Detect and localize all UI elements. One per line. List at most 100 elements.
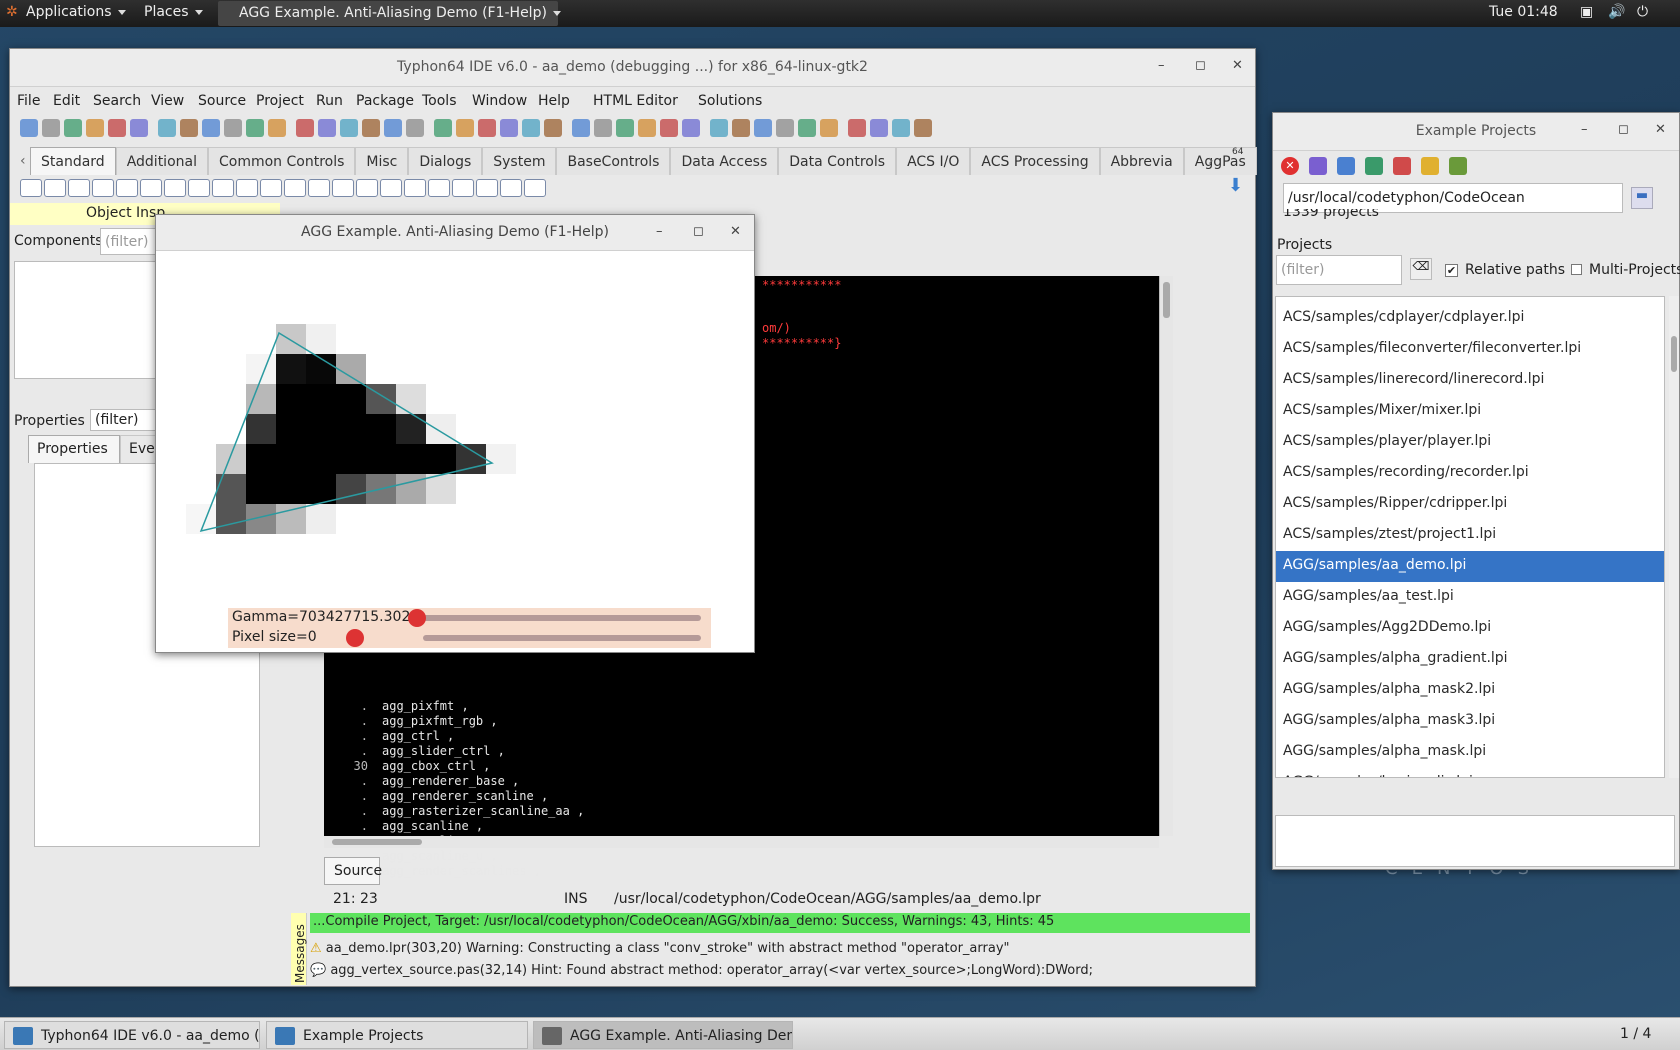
component-icon[interactable] — [188, 179, 210, 197]
toolbar-icon[interactable] — [638, 119, 656, 137]
toolbar-icon[interactable] — [870, 119, 888, 137]
toolbar-icon[interactable] — [456, 119, 474, 137]
maximize-icon[interactable]: ◻ — [693, 224, 704, 239]
projects-scrollbar[interactable] — [1669, 296, 1679, 778]
toolbar-icon[interactable] — [384, 119, 402, 137]
close-icon[interactable]: ✕ — [1232, 58, 1243, 73]
toolbar-icon[interactable] — [362, 119, 380, 137]
toolbar-icon[interactable] — [224, 119, 242, 137]
editor-hscroll[interactable] — [324, 836, 1159, 848]
places-menu[interactable]: Places — [144, 4, 203, 20]
component-icon[interactable] — [116, 179, 138, 197]
toolbar-icon[interactable] — [616, 119, 634, 137]
toolbar-icon[interactable] — [892, 119, 910, 137]
tab-data-access[interactable]: Data Access — [670, 147, 779, 175]
menu-html-editor[interactable]: HTML Editor — [593, 93, 678, 109]
browse-folder-icon[interactable]: ▬ — [1631, 187, 1653, 209]
tab-aggpas[interactable]: AggPas — [1183, 147, 1257, 175]
toolbar-icon[interactable] — [848, 119, 866, 137]
projects-list[interactable]: ACS/samples/cdplayer/cdplayer.lpi ACS/sam… — [1275, 296, 1665, 778]
component-icon[interactable] — [92, 179, 114, 197]
tab-system[interactable]: System — [482, 147, 557, 175]
close-project-icon[interactable]: ✕ — [1281, 157, 1299, 175]
clock[interactable]: Tue 01:48 — [1489, 4, 1558, 20]
messages-side-tab[interactable]: Messages — [291, 913, 307, 985]
project-item[interactable]: ACS/samples/ztest/project1.lpi — [1276, 520, 1664, 551]
tab-dialogs[interactable]: Dialogs — [408, 147, 483, 175]
toolbar-icon[interactable] — [434, 119, 452, 137]
refresh-icon[interactable] — [1309, 157, 1327, 175]
ide-titlebar[interactable]: Typhon64 IDE v6.0 - aa_demo (debugging .… — [10, 49, 1255, 87]
palette-download-icon[interactable]: ⬇ — [1228, 175, 1243, 196]
minimize-icon[interactable]: – — [656, 224, 663, 239]
relative-paths-checkbox[interactable]: ✔ — [1445, 264, 1458, 277]
aa-canvas[interactable] — [156, 251, 754, 619]
close-icon[interactable]: ✕ — [730, 224, 741, 239]
toolbar-icon[interactable] — [64, 119, 82, 137]
component-icon[interactable] — [332, 179, 354, 197]
editor-vscroll[interactable] — [1159, 276, 1173, 836]
gamma-knob[interactable] — [408, 609, 426, 627]
toolbar-icon[interactable] — [710, 119, 728, 137]
project-item[interactable]: AGG/samples/alpha_mask3.lpi — [1276, 706, 1664, 737]
tag-icon[interactable]: ⌫ — [1410, 258, 1432, 280]
project-item[interactable]: ACS/samples/Mixer/mixer.lpi — [1276, 396, 1664, 427]
close-icon[interactable]: ✕ — [1655, 122, 1666, 137]
component-icon[interactable] — [212, 179, 234, 197]
palette-scroll-right-icon[interactable]: › — [1208, 153, 1214, 169]
components-tree[interactable] — [14, 261, 164, 379]
toolbar-icon[interactable] — [798, 119, 816, 137]
component-icon[interactable] — [476, 179, 498, 197]
compile-result[interactable]: ...Compile Project, Target: /usr/local/c… — [310, 913, 1250, 933]
projects-titlebar[interactable]: Example Projects – ◻ ✕ — [1273, 113, 1679, 151]
properties-filter-input[interactable]: (filter) — [90, 409, 160, 431]
tab-source[interactable]: Source — [324, 857, 382, 885]
workspace-indicator[interactable]: 1 / 4 — [1620, 1026, 1651, 1042]
component-icon[interactable] — [500, 179, 522, 197]
tab-properties[interactable]: Properties — [28, 435, 120, 463]
settings-icon[interactable] — [1449, 157, 1467, 175]
menu-tools[interactable]: Tools — [422, 93, 457, 109]
project-item[interactable]: AGG/samples/aa_demo.lpi — [1276, 551, 1664, 582]
tab-standard[interactable]: Standard — [30, 147, 116, 175]
tab-acs-processing[interactable]: ACS Processing — [970, 147, 1100, 175]
menu-source[interactable]: Source — [198, 93, 246, 109]
component-icon[interactable] — [428, 179, 450, 197]
project-item[interactable]: ACS/samples/Ripper/cdripper.lpi — [1276, 489, 1664, 520]
toolbar-icon[interactable] — [406, 119, 424, 137]
component-icon[interactable] — [380, 179, 402, 197]
component-icon[interactable] — [68, 179, 90, 197]
project-item[interactable]: AGG/samples/Agg2DDemo.lpi — [1276, 613, 1664, 644]
toolbar-icon[interactable] — [86, 119, 104, 137]
agg-titlebar[interactable]: AGG Example. Anti-Aliasing Demo (F1-Help… — [156, 215, 754, 251]
toolbar-icon[interactable] — [478, 119, 496, 137]
toolbar-icon[interactable] — [180, 119, 198, 137]
project-item[interactable]: ACS/samples/cdplayer/cdplayer.lpi — [1276, 303, 1664, 334]
project-item[interactable]: AGG/samples/alpha_mask2.lpi — [1276, 675, 1664, 706]
component-icon[interactable] — [260, 179, 282, 197]
project-item[interactable]: ACS/samples/recording/recorder.lpi — [1276, 458, 1664, 489]
component-icon[interactable] — [404, 179, 426, 197]
toolbar-icon[interactable] — [318, 119, 336, 137]
toolbar-icon[interactable] — [42, 119, 60, 137]
toolbar-icon[interactable] — [296, 119, 314, 137]
menu-run[interactable]: Run — [316, 93, 343, 109]
menu-help[interactable]: Help — [538, 93, 570, 109]
component-icon[interactable] — [140, 179, 162, 197]
menu-project[interactable]: Project — [256, 93, 304, 109]
task-example-projects[interactable]: Example Projects — [266, 1021, 528, 1049]
maximize-icon[interactable]: ◻ — [1195, 58, 1206, 73]
projects-filter-input[interactable]: (filter) — [1276, 255, 1402, 285]
maximize-icon[interactable]: ◻ — [1618, 122, 1629, 137]
toolbar-icon[interactable] — [754, 119, 772, 137]
power-icon[interactable]: ⏻ — [1637, 4, 1648, 20]
menu-solutions[interactable]: Solutions — [698, 93, 762, 109]
component-icon[interactable] — [44, 179, 66, 197]
tab-additional[interactable]: Additional — [115, 147, 208, 175]
toolbar-icon[interactable] — [158, 119, 176, 137]
tab-common-controls[interactable]: Common Controls — [207, 147, 356, 175]
project-item[interactable]: ACS/samples/player/player.lpi — [1276, 427, 1664, 458]
active-window-button[interactable]: AGG Example. Anti-Aliasing Demo (F1-Help… — [218, 1, 561, 26]
menu-edit[interactable]: Edit — [53, 93, 80, 109]
pixel-size-knob[interactable] — [346, 629, 364, 647]
